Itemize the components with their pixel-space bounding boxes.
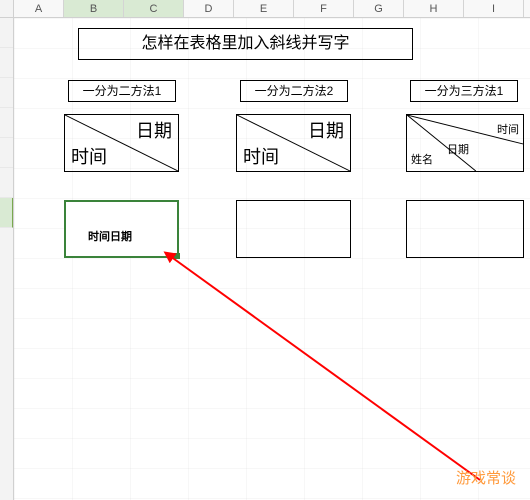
row-header[interactable] xyxy=(0,78,13,108)
select-all-corner[interactable] xyxy=(0,0,14,17)
method-label-1: 一分为二方法1 xyxy=(68,80,176,102)
spreadsheet-area: A B C D E F G H I 怎样在表格里加入斜线并写字 一分为二方法1 … xyxy=(0,0,530,500)
empty-cell-m3 xyxy=(406,200,524,258)
method-label-2: 一分为二方法2 xyxy=(240,80,348,102)
diag-mid-label: 日期 xyxy=(447,141,469,157)
page-title: 怎样在表格里加入斜线并写字 xyxy=(78,28,413,60)
active-cell[interactable]: 时间日期 xyxy=(64,200,179,258)
method-label-3: 一分为三方法1 xyxy=(410,80,518,102)
col-header-G[interactable]: G xyxy=(354,0,404,17)
diag-bottom-label: 时间 xyxy=(71,143,107,169)
watermark-text: 游戏常谈 xyxy=(456,467,516,488)
row-header[interactable] xyxy=(0,48,13,78)
diagonal-cell-m3: 时间 日期 姓名 xyxy=(406,114,524,172)
diag-top-label: 日期 xyxy=(308,117,344,143)
row-header[interactable] xyxy=(0,108,13,138)
diagonal-cell-m2: 日期 时间 xyxy=(236,114,351,172)
col-header-H[interactable]: H xyxy=(404,0,464,17)
col-header-I[interactable]: I xyxy=(464,0,524,17)
col-header-E[interactable]: E xyxy=(234,0,294,17)
active-cell-value: 时间日期 xyxy=(88,228,132,244)
col-header-B[interactable]: B xyxy=(64,0,124,17)
column-headers: A B C D E F G H I xyxy=(0,0,530,18)
col-header-A[interactable]: A xyxy=(14,0,64,17)
col-header-F[interactable]: F xyxy=(294,0,354,17)
diag-top-label: 时间 xyxy=(497,121,519,137)
row-header-active[interactable] xyxy=(0,198,13,228)
row-header[interactable] xyxy=(0,18,13,48)
diagonal-cell-m1: 日期 时间 xyxy=(64,114,179,172)
empty-cell-m2 xyxy=(236,200,351,258)
row-header[interactable] xyxy=(0,168,13,198)
row-header[interactable] xyxy=(0,138,13,168)
col-header-C[interactable]: C xyxy=(124,0,184,17)
diag-bottom-label: 时间 xyxy=(243,143,279,169)
fill-handle[interactable] xyxy=(174,253,180,259)
col-header-D[interactable]: D xyxy=(184,0,234,17)
row-headers xyxy=(0,18,14,500)
diag-bottom-label: 姓名 xyxy=(411,151,433,167)
diag-top-label: 日期 xyxy=(136,117,172,143)
